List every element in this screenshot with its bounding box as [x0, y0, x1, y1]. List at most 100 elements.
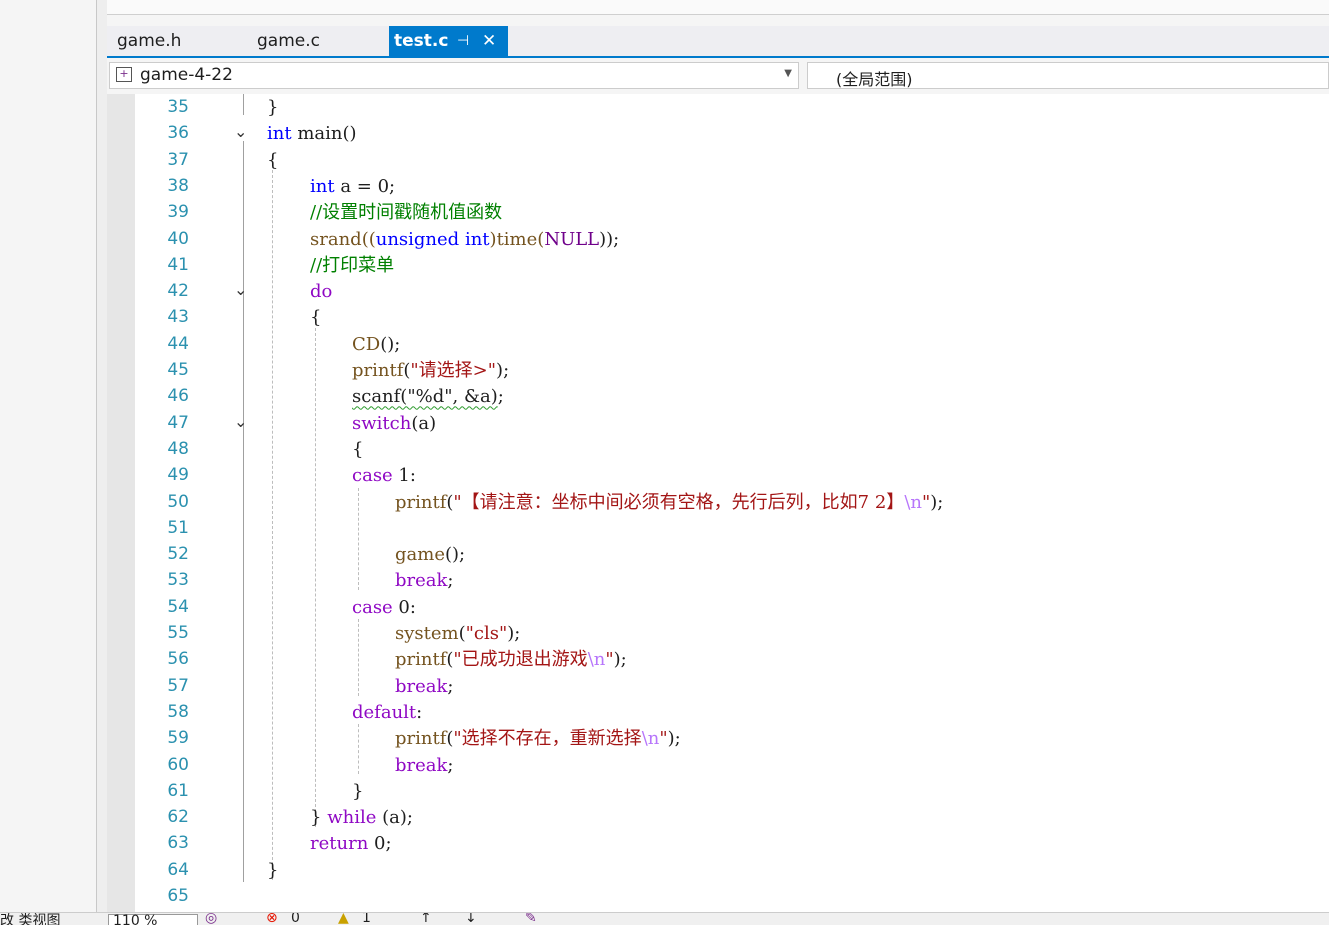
- code-text: {: [352, 438, 364, 460]
- arrow-down-icon[interactable]: ↓: [465, 913, 477, 925]
- chevron-down-icon: ▼: [784, 68, 792, 79]
- code-text: printf("【请注意：坐标中间必须有空格，先行后列，比如7 2】\n");: [395, 491, 944, 513]
- arrow-up-icon[interactable]: ↑: [420, 913, 432, 925]
- code-text: printf("选择不存在，重新选择\n");: [395, 728, 681, 750]
- line-number: 55: [167, 623, 189, 643]
- code-text: int main(): [267, 123, 357, 145]
- scope-dropdown[interactable]: (全局范围): [807, 62, 1329, 89]
- line-number: 37: [167, 149, 189, 170]
- code-text: switch(a): [352, 412, 437, 434]
- code-text: break;: [395, 570, 454, 592]
- line-number: 53: [167, 570, 189, 591]
- line-number: 62: [167, 807, 189, 828]
- code-text: printf("请选择>");: [352, 360, 510, 381]
- code-text: }: [267, 859, 279, 881]
- code-line[interactable]: 56 printf("已成功退出游戏\n");: [135, 647, 1329, 673]
- code-line[interactable]: 57 break;: [135, 674, 1329, 700]
- code-line[interactable]: 46 scanf("%d", &a);: [135, 384, 1329, 410]
- code-text: }: [352, 780, 364, 802]
- code-text: //打印菜单: [310, 254, 395, 276]
- code-line[interactable]: 51: [135, 516, 1329, 542]
- tab-game-c[interactable]: game.c: [247, 26, 389, 56]
- project-dropdown[interactable]: + game-4-22 ▼: [109, 62, 799, 89]
- code-text: case 0:: [352, 596, 416, 618]
- code-line[interactable]: 38 int a = 0;: [135, 174, 1329, 200]
- line-number: 41: [167, 254, 189, 275]
- code-line[interactable]: 58 default:: [135, 700, 1329, 726]
- error-icon[interactable]: ⊗: [266, 913, 278, 925]
- code-line[interactable]: 62} while (a);: [135, 805, 1329, 831]
- code-text: CD();: [352, 333, 401, 355]
- tab-game-h[interactable]: game.h: [107, 26, 247, 56]
- code-line[interactable]: 63 return 0;: [135, 831, 1329, 857]
- line-number: 57: [167, 675, 189, 696]
- code-text: default:: [352, 701, 423, 723]
- document-tab-bar: game.h game.c test.c ⊣ ✕: [107, 26, 1329, 58]
- code-text: case 1:: [352, 465, 416, 487]
- code-line[interactable]: 50 printf("【请注意：坐标中间必须有空格，先行后列，比如7 2】\n")…: [135, 490, 1329, 516]
- editor-margin: [107, 94, 135, 912]
- class-view-label[interactable]: 改 类视图: [0, 913, 60, 925]
- code-line[interactable]: 40 srand((unsigned int)time(NULL));: [135, 227, 1329, 253]
- tab-label: test.c: [394, 31, 449, 51]
- tab-test-c[interactable]: test.c ⊣ ✕: [389, 26, 508, 56]
- warning-count: 1: [362, 912, 371, 925]
- code-text: system("cls");: [395, 623, 521, 644]
- code-text: break;: [395, 754, 454, 776]
- line-number: 58: [167, 701, 189, 722]
- fold-toggle-icon[interactable]: ⌄: [234, 280, 247, 299]
- code-text: {: [267, 149, 279, 171]
- fold-toggle-icon[interactable]: ⌄: [234, 412, 247, 431]
- code-line[interactable]: 53 break;: [135, 568, 1329, 594]
- code-line[interactable]: 64}: [135, 858, 1329, 884]
- close-icon[interactable]: ✕: [482, 26, 496, 56]
- line-number: 59: [167, 728, 189, 749]
- code-line[interactable]: 36 ⌄ int main(): [135, 121, 1329, 147]
- tab-label: game.h: [117, 31, 182, 51]
- code-line[interactable]: 45 printf("请选择>");: [135, 358, 1329, 384]
- code-line[interactable]: 52 game();: [135, 542, 1329, 568]
- code-line[interactable]: 60 break;: [135, 753, 1329, 779]
- code-line[interactable]: 43 {: [135, 305, 1329, 331]
- fold-toggle-icon[interactable]: ⌄: [234, 122, 247, 141]
- code-text: //设置时间戳随机值函数: [310, 202, 503, 224]
- warning-icon[interactable]: ▲: [338, 913, 349, 925]
- line-number: 50: [167, 491, 189, 512]
- code-line[interactable]: 65: [135, 884, 1329, 910]
- code-line[interactable]: 37 {: [135, 148, 1329, 174]
- toolbar-strip: [107, 0, 1329, 26]
- code-line[interactable]: 59 printf("选择不存在，重新选择\n");: [135, 726, 1329, 752]
- code-text: printf("已成功退出游戏\n");: [395, 649, 627, 671]
- zoom-dropdown[interactable]: 110 %: [108, 913, 198, 925]
- intellicode-icon[interactable]: ◎: [205, 913, 217, 925]
- status-bar: 改 类视图 110 % ◎ ⊗ 0 ▲ 1 ↑ ↓ ✎: [0, 912, 1329, 925]
- tab-label: game.c: [257, 31, 320, 51]
- code-line[interactable]: 42 ⌄ do: [135, 279, 1329, 305]
- line-number: 54: [167, 596, 189, 617]
- line-number: 35: [167, 97, 189, 117]
- code-line[interactable]: 61}: [135, 779, 1329, 805]
- brush-icon[interactable]: ✎: [525, 913, 537, 925]
- code-line[interactable]: 55 system("cls");: [135, 621, 1329, 647]
- line-number: 48: [167, 438, 189, 459]
- panel-splitter[interactable]: [97, 0, 107, 924]
- code-line[interactable]: 49 case 1:: [135, 463, 1329, 489]
- code-line[interactable]: 48 {: [135, 437, 1329, 463]
- code-line[interactable]: 44 CD();: [135, 332, 1329, 358]
- pin-icon[interactable]: ⊣: [457, 26, 469, 56]
- code-line[interactable]: 41 //打印菜单: [135, 253, 1329, 279]
- code-line[interactable]: 39 //设置时间戳随机值函数: [135, 200, 1329, 226]
- line-number: 38: [167, 175, 189, 196]
- line-number: 40: [167, 228, 189, 249]
- line-number: 47: [167, 412, 189, 433]
- code-line[interactable]: 47 ⌄ switch(a): [135, 411, 1329, 437]
- line-number: 60: [167, 754, 189, 775]
- code-editor[interactable]: 35} 36 ⌄ int main() 37{38 int a = 0; 39//设置时间戳…: [107, 94, 1329, 912]
- zoom-level: 110 %: [113, 913, 158, 925]
- line-number: 51: [167, 517, 189, 538]
- line-number: 49: [167, 465, 189, 486]
- line-number: 64: [167, 859, 189, 880]
- code-line[interactable]: 35}: [135, 95, 1329, 121]
- project-name: game-4-22: [140, 65, 233, 85]
- code-line[interactable]: 54 case 0:: [135, 595, 1329, 621]
